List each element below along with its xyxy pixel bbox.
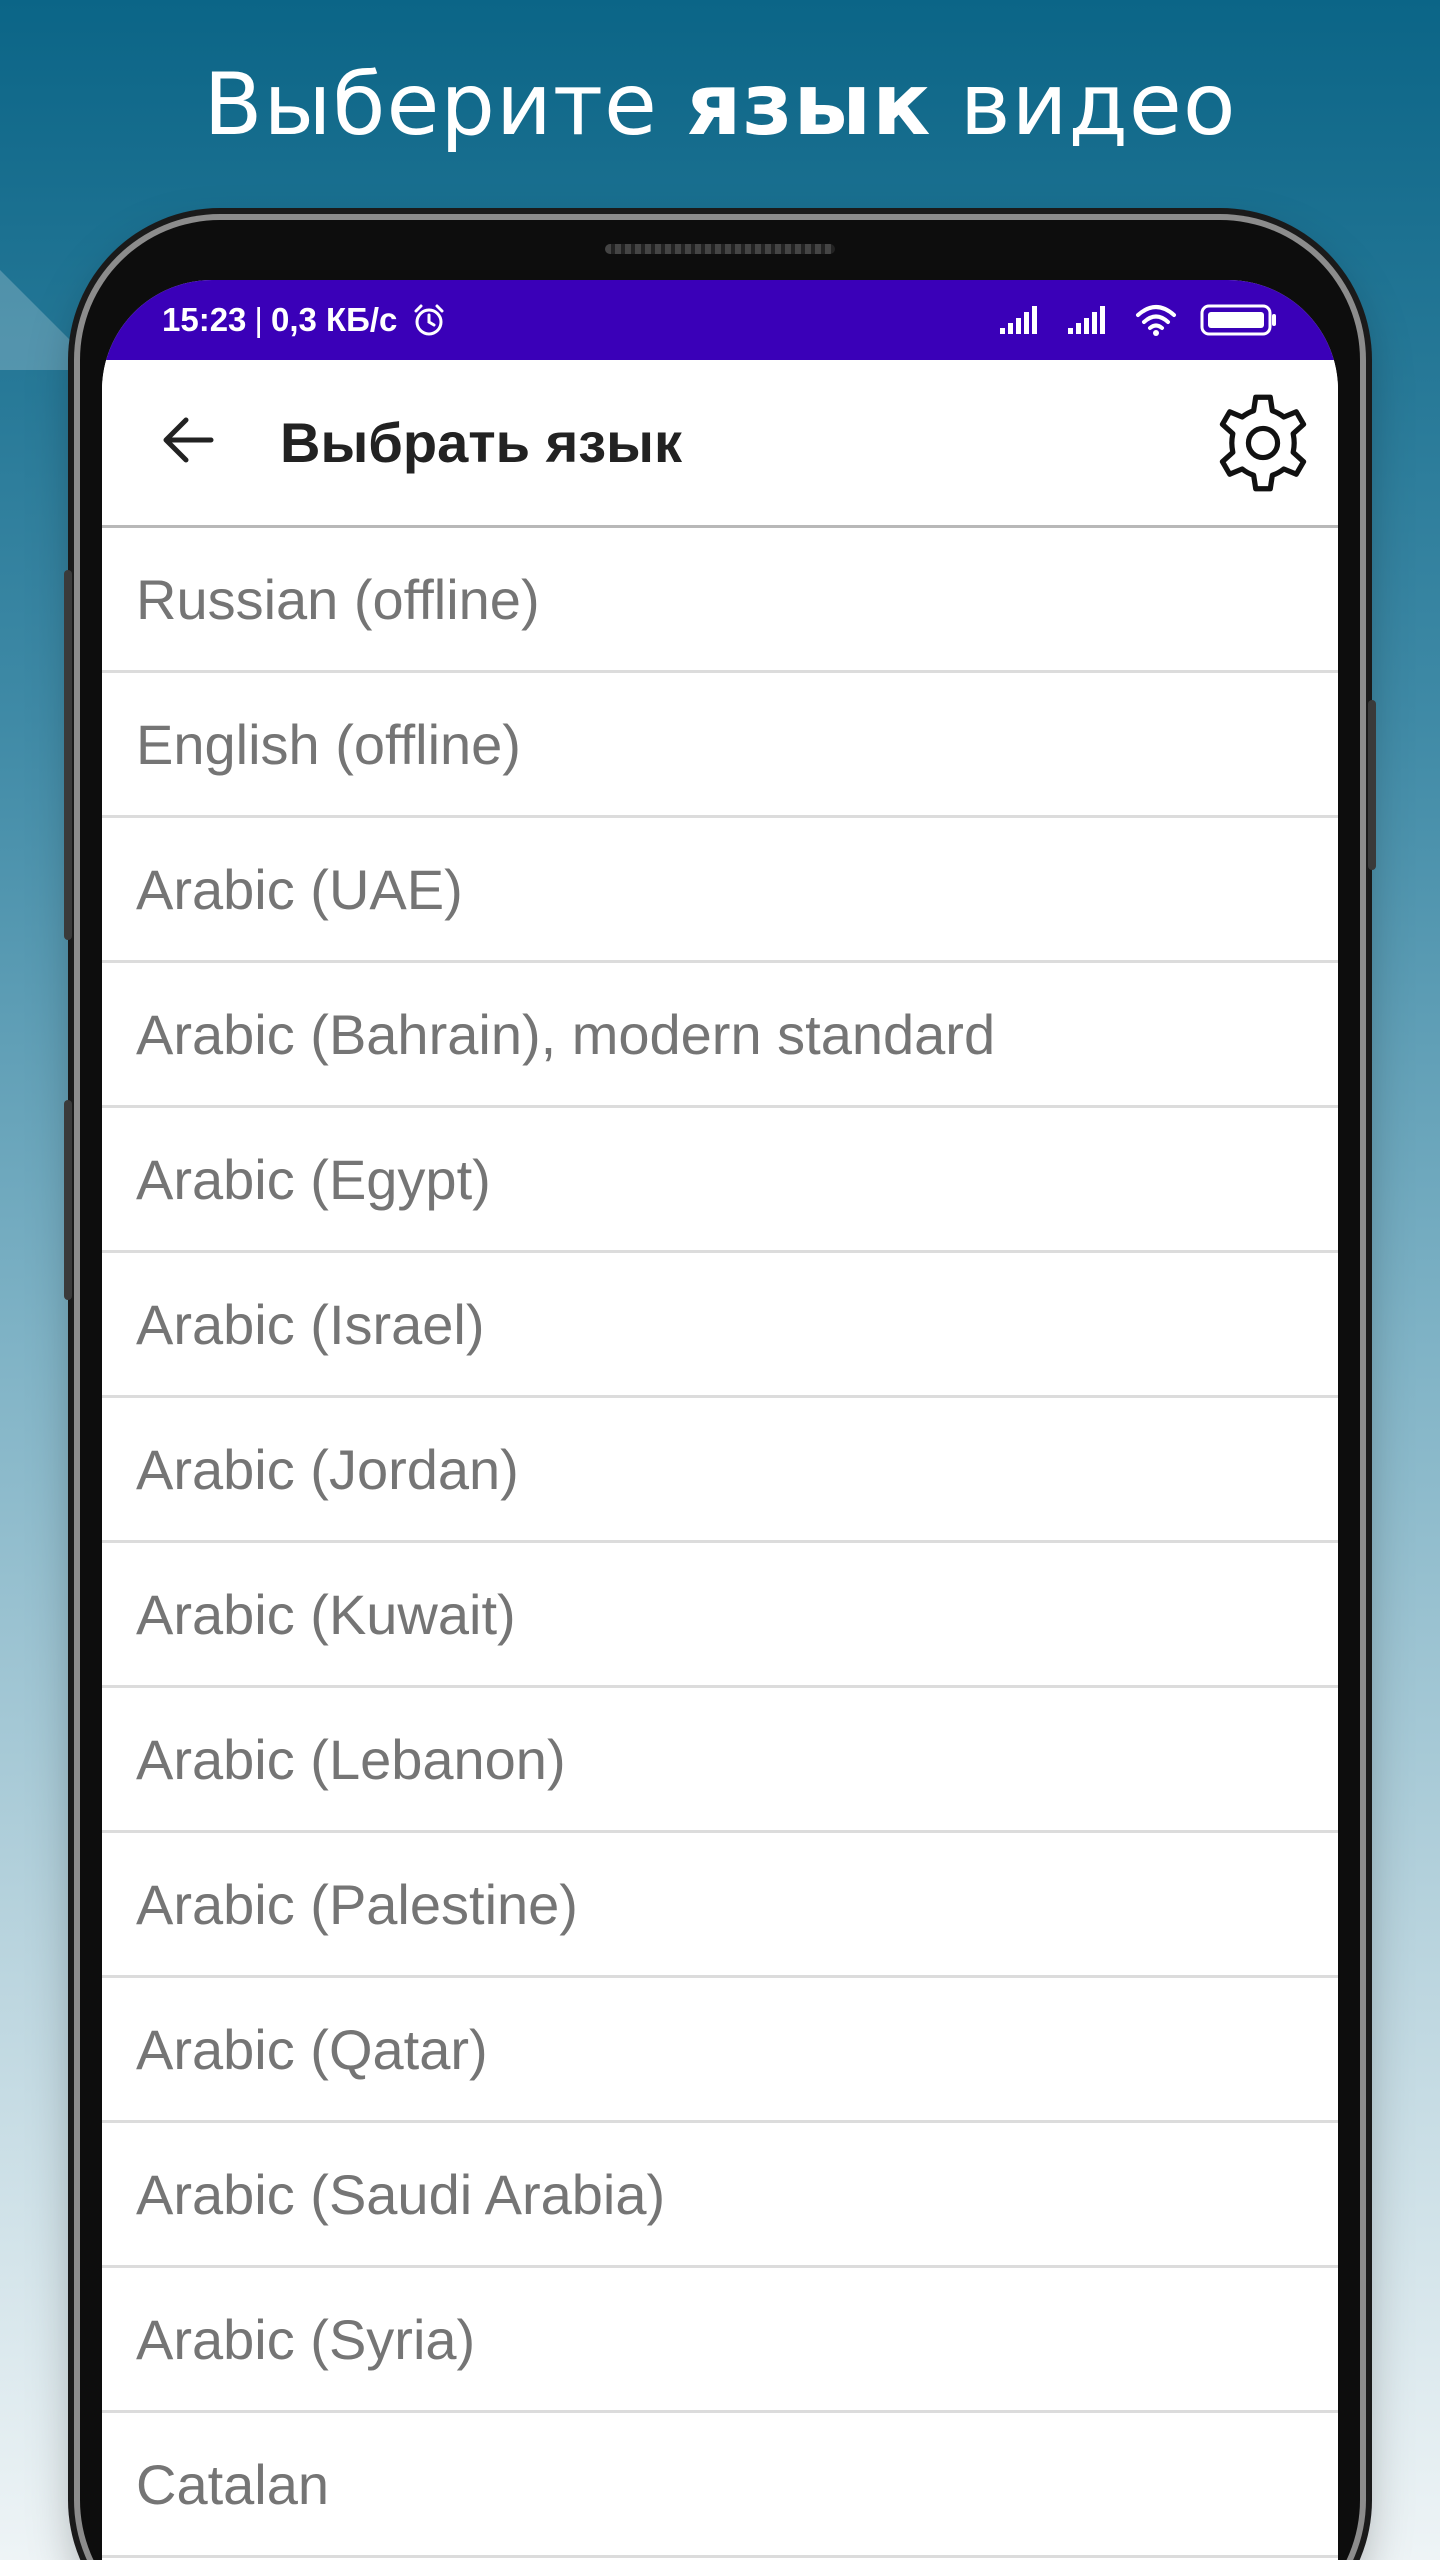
language-list-item[interactable]: Arabic (Saudi Arabia) (102, 2123, 1338, 2268)
language-list: Russian (offline) English (offline) Arabic… (102, 528, 1338, 2558)
promo-headline: Выберите язык видео (0, 50, 1440, 160)
phone-screen: 15:23 | 0,3 КБ/с Выбрать язык Russian (o… (102, 280, 1338, 2560)
phone-volume-button (64, 570, 72, 940)
language-list-item[interactable]: Arabic (Jordan) (102, 1398, 1338, 1543)
app-toolbar: Выбрать язык (102, 360, 1338, 528)
language-list-item[interactable]: Catalan (102, 2413, 1338, 2558)
battery-icon (1200, 302, 1278, 338)
wifi-icon (1134, 303, 1178, 337)
status-separator: | (254, 301, 263, 338)
language-list-item[interactable]: Arabic (Qatar) (102, 1978, 1338, 2123)
promo-headline-bold: язык (686, 55, 932, 155)
status-bar: 15:23 | 0,3 КБ/с (102, 280, 1338, 360)
phone-power-button (1368, 700, 1376, 870)
cellular-signal-icon (1066, 304, 1112, 336)
language-list-item[interactable]: Arabic (UAE) (102, 818, 1338, 963)
status-bar-right (998, 302, 1278, 338)
phone-earpiece (605, 244, 835, 254)
language-list-item[interactable]: Arabic (Israel) (102, 1253, 1338, 1398)
language-list-item[interactable]: Arabic (Bahrain), modern standard (102, 963, 1338, 1108)
gear-icon (1211, 391, 1315, 495)
status-net-speed: 0,3 КБ/с (270, 301, 398, 338)
promo-page: Выберите язык видео 15:23 | 0,3 КБ/с Выб… (0, 0, 1440, 2560)
page-title: Выбрать язык (280, 411, 682, 474)
language-list-item[interactable]: Arabic (Lebanon) (102, 1688, 1338, 1833)
phone-side-button (64, 1100, 72, 1300)
promo-headline-part1: Выберите (203, 55, 658, 155)
settings-button[interactable] (1208, 388, 1318, 498)
status-time: 15:23 (162, 301, 247, 338)
language-list-item[interactable]: Arabic (Egypt) (102, 1108, 1338, 1253)
language-list-item[interactable]: Arabic (Palestine) (102, 1833, 1338, 1978)
language-list-item[interactable]: Arabic (Syria) (102, 2268, 1338, 2413)
phone-frame: 15:23 | 0,3 КБ/с Выбрать язык Russian (o… (64, 220, 1376, 2560)
back-button[interactable] (148, 400, 228, 480)
language-list-item[interactable]: Arabic (Kuwait) (102, 1543, 1338, 1688)
language-list-item[interactable]: Russian (offline) (102, 528, 1338, 673)
language-list-item[interactable]: English (offline) (102, 673, 1338, 818)
arrow-left-icon (159, 411, 217, 469)
status-bar-left: 15:23 | 0,3 КБ/с (162, 301, 447, 339)
cellular-signal-icon (998, 304, 1044, 336)
promo-headline-part2: видео (959, 55, 1237, 155)
alarm-clock-icon (411, 302, 447, 338)
